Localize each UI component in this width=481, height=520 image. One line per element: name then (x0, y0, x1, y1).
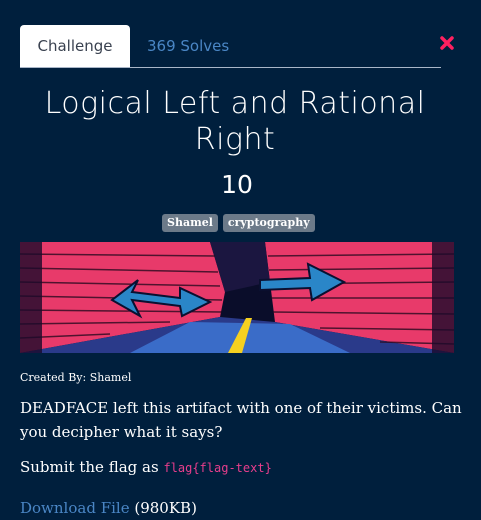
close-icon[interactable] (440, 36, 454, 50)
download-file-link[interactable]: Download File (20, 499, 130, 517)
tag-list: Shamel cryptography (162, 214, 315, 232)
submit-instructions: Submit the flag as flag{flag-text} (20, 458, 272, 476)
challenge-tabs: Challenge 369 Solves (20, 25, 441, 68)
challenge-value: 10 (221, 170, 253, 199)
challenge-title: Logical Left and Rational Right (44, 86, 426, 157)
created-by: Created By: Shamel (20, 371, 132, 384)
tab-solves[interactable]: 369 Solves (147, 25, 229, 67)
flag-format: flag{flag-text} (163, 461, 272, 475)
download-row: Download File (980KB) (20, 499, 197, 517)
tab-challenge[interactable]: Challenge (20, 25, 130, 67)
file-size: (980KB) (134, 499, 197, 517)
challenge-description: DEADFACE left this artifact with one of … (20, 399, 462, 441)
tag-category: cryptography (222, 214, 315, 232)
tag-author: Shamel (162, 214, 218, 232)
challenge-banner-image (20, 242, 454, 353)
submit-prefix: Submit the flag as (20, 458, 159, 476)
